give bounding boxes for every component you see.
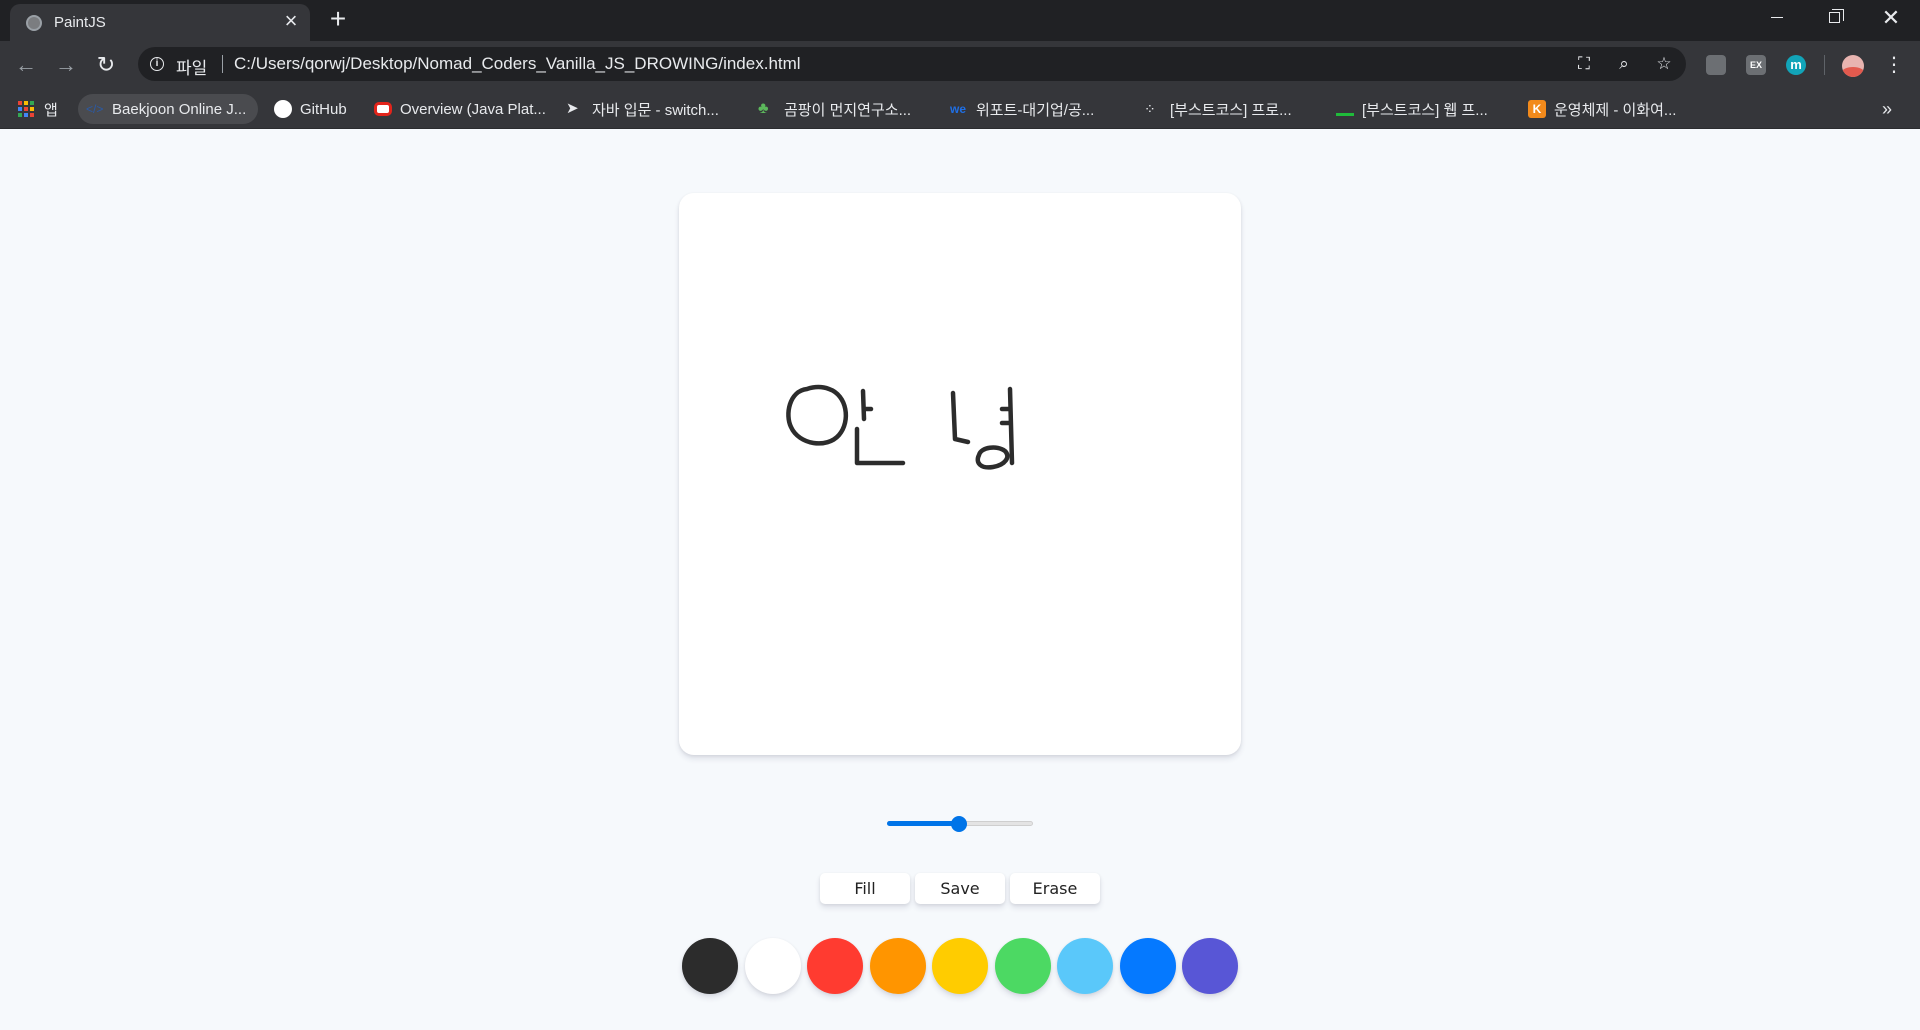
bookmark-label: 앱 (44, 101, 58, 119)
bookmark-star-icon[interactable]: ☆ (1654, 54, 1674, 74)
erase-button[interactable]: Erase (1010, 873, 1100, 904)
bookmark-wepot[interactable]: we 위포트-대기업/공... (950, 94, 1094, 124)
bookmark-label: Baekjoon Online J... (112, 100, 247, 118)
bookmark-github[interactable]: GitHub (274, 94, 347, 124)
tab-paintjs[interactable]: PaintJS × (10, 4, 310, 41)
forward-button[interactable]: → (52, 51, 80, 79)
stroke-final-n (854, 426, 906, 466)
bookmarks-overflow-icon[interactable]: » (1882, 99, 1892, 120)
bookmark-boostcourse-web[interactable]: [부스트코스] 웹 프... (1336, 94, 1488, 124)
apps-grid-icon (18, 101, 34, 117)
github-icon (274, 100, 292, 118)
zoom-icon[interactable]: ⌕ (1614, 54, 1634, 74)
color-swatch-blue[interactable] (1119, 938, 1176, 994)
reload-button[interactable]: ↻ (92, 51, 120, 79)
bookmark-java-overview[interactable]: Overview (Java Plat... (374, 94, 546, 124)
tab-title: PaintJS (54, 14, 106, 31)
save-button[interactable]: Save (915, 873, 1005, 904)
bookmark-baekjoon[interactable]: </> Baekjoon Online J... (78, 94, 259, 124)
toolbar-divider (1824, 55, 1825, 75)
bookmark-label: Overview (Java Plat... (400, 100, 546, 118)
minimize-icon (1771, 17, 1783, 18)
fill-button[interactable]: Fill (820, 873, 910, 904)
stroke-bottom-circle (975, 445, 1010, 470)
kocw-icon: K (1528, 100, 1546, 118)
range-thumb[interactable] (950, 816, 967, 832)
wepot-icon: we (950, 102, 967, 116)
bookmark-label: 운영체제 - 이화여... (1554, 101, 1677, 119)
bookmark-label: [부스트코스] 웹 프... (1362, 101, 1488, 119)
scheme-label: 파일 (176, 59, 208, 78)
bookmark-label: GitHub (300, 100, 347, 118)
extension-m-icon[interactable]: m (1786, 55, 1806, 75)
info-icon[interactable]: i (150, 57, 164, 71)
close-tab-icon[interactable]: × (280, 10, 302, 32)
bookmark-os-ewha[interactable]: K 운영체제 - 이화여... (1528, 94, 1676, 124)
browser-toolbar: ← → ↻ i 파일 C:/Users/qorwj/Desktop/Nomad_… (0, 41, 1920, 89)
bookmarks-bar: 앱 </> Baekjoon Online J... GitHub Overvi… (0, 89, 1920, 129)
bookmark-label: 위포트-대기업/공... (976, 101, 1095, 119)
tab-strip: PaintJS × + ✕ (0, 0, 1920, 41)
range-fill (887, 821, 959, 826)
color-swatch-orange[interactable] (869, 938, 926, 994)
color-swatch-black[interactable] (682, 938, 738, 994)
boostcourse-icon: ⁘ (1144, 101, 1156, 117)
color-swatch-white[interactable] (744, 938, 801, 994)
new-tab-button[interactable]: + (325, 5, 351, 33)
color-swatch-red[interactable] (807, 938, 863, 994)
close-window-button[interactable]: ✕ (1862, 0, 1920, 36)
url-divider (222, 55, 223, 73)
bookmark-label: 자바 입문 - switch... (592, 101, 719, 119)
close-icon: ✕ (1881, 5, 1901, 30)
extension-ex-icon[interactable]: EX (1746, 55, 1766, 75)
address-bar[interactable]: i 파일 C:/Users/qorwj/Desktop/Nomad_Coders… (138, 47, 1686, 81)
canvas-drawing (786, 384, 1015, 470)
back-button[interactable]: ← (12, 51, 40, 79)
bird-icon: ➤ (566, 100, 579, 117)
profile-avatar[interactable] (1842, 55, 1864, 77)
color-palette (682, 938, 1238, 994)
oracle-icon (374, 102, 392, 116)
color-swatch-green[interactable] (994, 938, 1051, 994)
controls-buttons: Fill Save Erase (820, 873, 1100, 904)
extension-icon[interactable] (1706, 55, 1726, 75)
translate-icon[interactable]: ⛶ (1574, 54, 1594, 74)
bookmark-apps[interactable]: 앱 (18, 94, 58, 124)
bookmark-label: 곰팡이 먼지연구소... (784, 101, 912, 119)
stroke-circle (786, 384, 849, 446)
color-swatch-purple[interactable] (1182, 938, 1238, 994)
minimize-button[interactable] (1748, 0, 1806, 36)
color-swatch-yellow[interactable] (932, 938, 988, 994)
restore-button[interactable] (1805, 0, 1863, 36)
kebab-menu-icon[interactable]: ⋮ (1884, 53, 1904, 77)
brush-size-range[interactable] (887, 816, 1033, 832)
bookmark-boostcourse-program[interactable]: ⁘ [부스트코스] 프로... (1144, 94, 1292, 124)
stroke-left-vertical (950, 390, 971, 445)
stroke-vowel (860, 388, 867, 422)
globe-icon (26, 15, 42, 31)
url-text[interactable]: C:/Users/qorwj/Desktop/Nomad_Coders_Vani… (234, 54, 801, 74)
stroke-right-vertical (1007, 386, 1015, 466)
bookmark-mold-lab[interactable]: ♣ 곰팡이 먼지연구소... (758, 94, 911, 124)
boostcourse-green-icon (1336, 102, 1354, 116)
clover-icon: ♣ (758, 100, 769, 117)
color-swatch-sky-blue[interactable] (1057, 938, 1113, 994)
restore-icon (1828, 9, 1844, 23)
baekjoon-icon: </> (86, 102, 104, 116)
bookmark-java-switch[interactable]: ➤ 자바 입문 - switch... (566, 94, 719, 124)
bookmark-label: [부스트코스] 프로... (1170, 101, 1292, 119)
drawing-canvas[interactable] (679, 193, 1241, 755)
